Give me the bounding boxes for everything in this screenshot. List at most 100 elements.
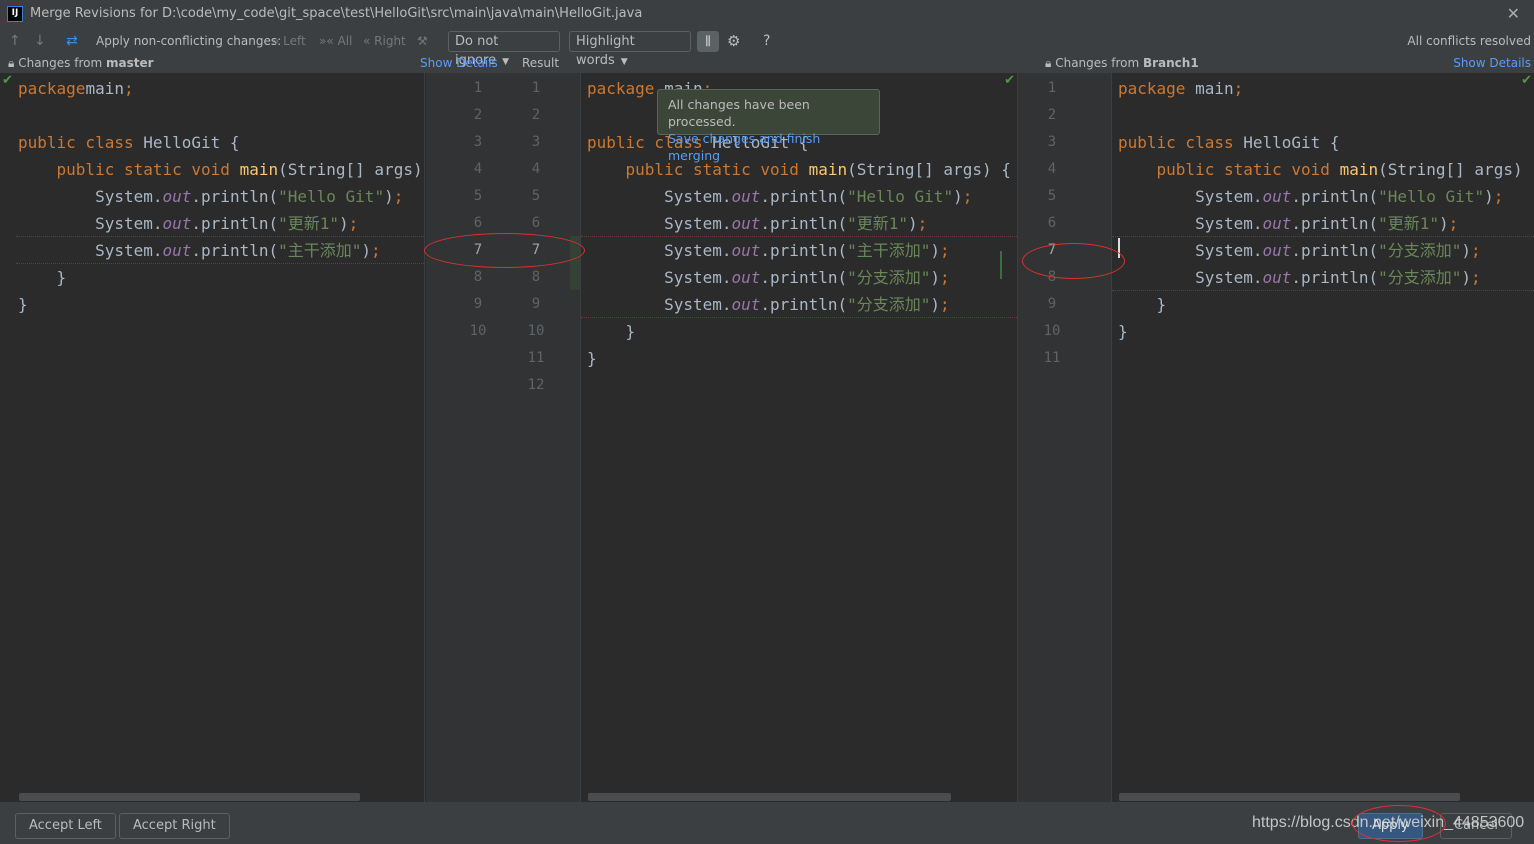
merge-complete-tooltip: All changes have been processed. Save ch…: [657, 89, 880, 163]
code-token: "分支添加": [847, 295, 931, 314]
help-icon[interactable]: ?: [763, 28, 770, 55]
code-token: ): [1439, 214, 1449, 233]
code-token: out: [162, 187, 192, 206]
line-number: 5: [1047, 188, 1057, 204]
code-token: ;: [1448, 214, 1459, 233]
code-token: .println(: [191, 187, 279, 206]
apply-left-button[interactable]: » Left: [272, 28, 306, 55]
code-line: System.out.println("Hello Git");: [587, 183, 972, 210]
code-token: out: [162, 241, 192, 260]
accept-left-button[interactable]: Accept Left: [15, 813, 116, 839]
code-token: (String[] args) {: [278, 160, 423, 179]
apply-all-label: All: [337, 34, 353, 48]
line-number: 4: [473, 161, 483, 177]
line-number: 11: [527, 350, 545, 366]
code-token: HelloGit {: [143, 133, 240, 152]
annotation-ellipse: [1022, 243, 1125, 279]
code-token: "主干添加": [278, 241, 362, 260]
line-number: 4: [1047, 161, 1057, 177]
apply-left-label: Left: [283, 34, 306, 48]
code-token: public static void: [1156, 160, 1340, 179]
save-and-finish-link[interactable]: Save changes and finish merging: [668, 130, 869, 164]
accept-right-button[interactable]: Accept Right: [119, 813, 230, 839]
conflict-divider: [1112, 236, 1534, 237]
close-icon[interactable]: ✕: [1507, 0, 1520, 28]
prev-change-icon[interactable]: ↑: [9, 28, 21, 55]
apply-label: Apply non-conflicting changes:: [96, 34, 282, 48]
code-token: }: [18, 295, 28, 314]
code-token: .println(: [1291, 187, 1379, 206]
highlight-select[interactable]: Highlight words ▼: [569, 31, 691, 68]
left-horizontal-scrollbar[interactable]: [19, 793, 360, 801]
apply-right-button[interactable]: « Right: [363, 28, 406, 55]
code-line: System.out.println("更新1");: [1118, 210, 1458, 237]
code-token: "Hello Git": [1378, 187, 1485, 206]
magic-resolve-icon[interactable]: ⇄: [66, 28, 78, 55]
code-token: ;: [962, 187, 973, 206]
code-line: System.out.println("主干添加");: [18, 237, 381, 264]
code-line: System.out.println("分支添加");: [587, 291, 950, 318]
right-editor[interactable]: package main; public class HelloGit { pub…: [1112, 73, 1534, 802]
code-token: .println(: [760, 268, 848, 287]
result-horizontal-scrollbar[interactable]: [588, 793, 951, 801]
panel-headers: 🔒︎ Changes from master Show Details Resu…: [0, 55, 1534, 73]
code-token: ;: [1493, 187, 1504, 206]
code-token: .println(: [760, 241, 848, 260]
code-token: .println(: [191, 241, 279, 260]
code-token: ;: [917, 214, 928, 233]
code-line: }: [587, 318, 636, 345]
code-token: }: [1118, 295, 1167, 314]
code-line: package main;: [1118, 75, 1243, 102]
code-token: }: [18, 268, 67, 287]
code-token: ): [930, 268, 941, 287]
right-horizontal-scrollbar[interactable]: [1119, 793, 1460, 801]
code-token: public class: [1118, 133, 1244, 152]
code-token: .println(: [1291, 268, 1379, 287]
line-number: 2: [531, 107, 541, 123]
sync-scroll-icon[interactable]: ⫼: [697, 31, 719, 52]
code-token: .println(: [1291, 241, 1379, 260]
code-token: "更新1": [847, 214, 909, 233]
code-token: System.: [18, 214, 163, 233]
conflict-divider: [16, 236, 424, 237]
code-token: System.: [1118, 187, 1263, 206]
gear-icon[interactable]: ⚙: [727, 28, 740, 55]
lock-icon: 🔒︎: [8, 56, 15, 70]
code-token: out: [1262, 214, 1292, 233]
right-show-details-link[interactable]: Show Details: [1453, 55, 1531, 72]
code-token: ;: [393, 187, 404, 206]
right-branch-name: Branch1: [1142, 56, 1199, 70]
check-icon: ✔: [1004, 73, 1015, 88]
left-show-details-link[interactable]: Show Details: [420, 55, 498, 72]
magic-wand-icon[interactable]: ⚒: [417, 28, 428, 55]
line-number: 8: [531, 269, 541, 285]
code-token: out: [731, 295, 761, 314]
code-line: System.out.println("分支添加");: [587, 264, 950, 291]
code-token: ;: [940, 268, 950, 287]
code-token: ;: [1233, 79, 1244, 98]
code-line: }: [1118, 318, 1128, 345]
code-token: "Hello Git": [847, 187, 954, 206]
line-number: 2: [1047, 107, 1057, 123]
left-editor[interactable]: packagemain; public class HelloGit { publ…: [0, 73, 424, 802]
code-line: }: [587, 345, 597, 372]
code-token: (String[] args) {: [1378, 160, 1534, 179]
annotation-ellipse: [424, 233, 585, 268]
code-token: (String[] args) {: [847, 160, 1011, 179]
ignore-whitespace-select[interactable]: Do not ignore ▼: [448, 31, 560, 68]
code-token: public static void: [56, 160, 240, 179]
apply-right-label: Right: [374, 34, 406, 48]
next-change-icon[interactable]: ↓: [34, 28, 46, 55]
code-token: ): [908, 214, 918, 233]
code-line: public static void main(String[] args) {: [1118, 156, 1534, 183]
code-token: .println(: [760, 214, 848, 233]
code-line: }: [18, 291, 28, 318]
apply-all-button[interactable]: »« All: [319, 28, 352, 55]
line-number: 1: [473, 80, 483, 96]
center-gutter: [425, 73, 580, 802]
lock-icon: 🔒︎: [1045, 56, 1052, 70]
code-line: }: [1118, 291, 1167, 318]
result-editor[interactable]: package main;public class HelloGit { pub…: [581, 73, 1017, 802]
